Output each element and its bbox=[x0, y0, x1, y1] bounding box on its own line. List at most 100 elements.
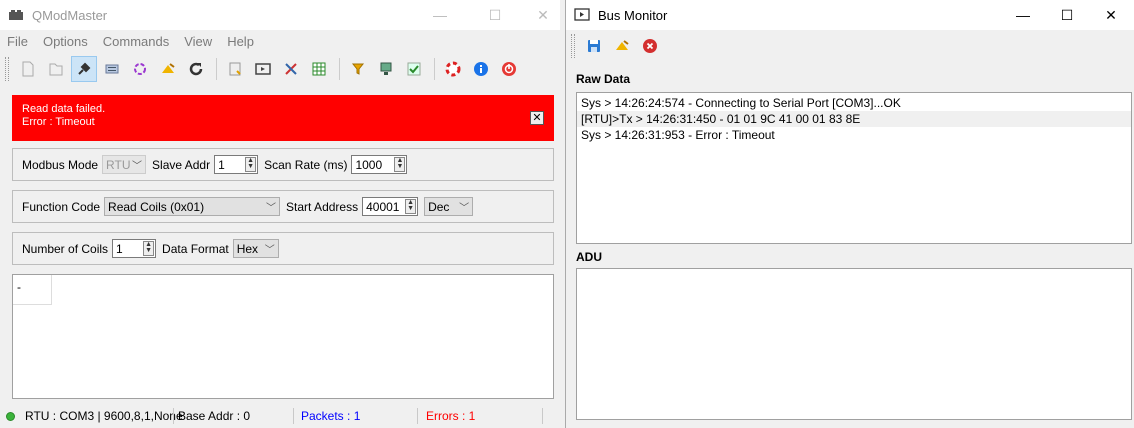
scan-rate-label: Scan Rate (ms) bbox=[264, 157, 348, 172]
help-icon[interactable] bbox=[440, 56, 466, 82]
error-message: Read data failed. bbox=[22, 103, 106, 115]
window-title: QModMaster bbox=[32, 7, 108, 23]
slave-addr-label: Slave Addr bbox=[152, 157, 211, 172]
main-toolbar bbox=[0, 52, 560, 86]
save-icon[interactable] bbox=[581, 33, 607, 59]
open-file-icon[interactable] bbox=[43, 56, 69, 82]
maximize-button[interactable]: ☐ bbox=[472, 0, 518, 30]
scan-rate-spinbox[interactable]: 1000 ▲ ▼ bbox=[351, 155, 408, 174]
number-of-coils-label: Number of Coils bbox=[22, 241, 109, 256]
data-format-select[interactable]: Hex ﹀ bbox=[232, 239, 279, 258]
packets-count: Packets : 1 bbox=[301, 409, 361, 423]
log-line: [RTU]>Tx > 14:26:31:450 - 01 01 9C 41 00… bbox=[577, 111, 1131, 127]
menu-options[interactable]: Options bbox=[43, 34, 88, 49]
clear-icon[interactable] bbox=[609, 33, 635, 59]
scan-rate-value: 1000 bbox=[355, 157, 383, 172]
minimize-button[interactable]: — bbox=[1000, 0, 1046, 30]
connect-icon[interactable] bbox=[71, 56, 97, 82]
toolbar-grip[interactable] bbox=[571, 34, 575, 58]
number-of-coils-spinbox[interactable]: 1 ▲ ▼ bbox=[112, 239, 157, 258]
chevron-down-icon: ﹀ bbox=[264, 245, 275, 256]
grid-icon[interactable] bbox=[306, 56, 332, 82]
exit-icon[interactable] bbox=[637, 33, 663, 59]
status-divider bbox=[293, 408, 294, 424]
bus-monitor-icon[interactable] bbox=[250, 56, 276, 82]
menu-help[interactable]: Help bbox=[227, 34, 254, 49]
app-icon bbox=[8, 8, 24, 22]
start-address-spinbox[interactable]: 40001 ▲ ▼ bbox=[362, 197, 419, 216]
tools-icon[interactable] bbox=[278, 56, 304, 82]
grid-cell[interactable]: - bbox=[13, 275, 52, 305]
menu-commands[interactable]: Commands bbox=[103, 34, 169, 49]
toolbar-separator bbox=[339, 58, 340, 80]
filter-icon[interactable] bbox=[345, 56, 371, 82]
data-grid[interactable]: - bbox=[12, 274, 554, 399]
slave-addr-spinbox[interactable]: 1 ▲ ▼ bbox=[214, 155, 259, 174]
log-line: Sys > 14:26:24:574 - Connecting to Seria… bbox=[581, 96, 901, 110]
modbus-mode-value: RTU bbox=[106, 157, 131, 172]
menu-file[interactable]: File bbox=[7, 34, 28, 49]
slave-addr-value: 1 bbox=[218, 157, 225, 172]
toolbar-grip[interactable] bbox=[5, 57, 9, 81]
function-code-select[interactable]: Read Coils (0x01) ﹀ bbox=[104, 197, 281, 216]
qmodmaster-titlebar[interactable]: QModMaster — ☐ ✕ bbox=[0, 0, 560, 30]
maximize-button[interactable]: ☐ bbox=[1044, 0, 1090, 30]
network-icon[interactable] bbox=[373, 56, 399, 82]
check-icon[interactable] bbox=[401, 56, 427, 82]
address-format-select[interactable]: Dec ﹀ bbox=[424, 197, 474, 216]
reset-icon[interactable] bbox=[127, 56, 153, 82]
status-bar: RTU : COM3 | 9600,8,1,None Base Addr : 0… bbox=[0, 404, 560, 428]
log-line: Sys > 14:26:31:953 - Error : Timeout bbox=[581, 128, 775, 142]
close-button[interactable]: ✕ bbox=[1088, 0, 1134, 30]
function-code-label: Function Code bbox=[22, 199, 101, 214]
error-detail: Error : Timeout bbox=[22, 116, 95, 128]
connection-info: RTU : COM3 | 9600,8,1,None bbox=[25, 409, 183, 423]
adu-textbox[interactable] bbox=[576, 268, 1132, 420]
raw-data-log[interactable]: Sys > 14:26:24:574 - Connecting to Seria… bbox=[576, 92, 1132, 244]
menu-view[interactable]: View bbox=[184, 34, 212, 49]
chevron-down-icon: ﹀ bbox=[132, 161, 143, 172]
data-format-value: Hex bbox=[236, 241, 259, 256]
new-file-icon[interactable] bbox=[15, 56, 41, 82]
toolbar-separator bbox=[216, 58, 217, 80]
exit-icon[interactable] bbox=[496, 56, 522, 82]
base-addr-info: Base Addr : 0 bbox=[178, 409, 251, 423]
close-icon[interactable]: ✕ bbox=[530, 111, 544, 125]
status-divider bbox=[173, 408, 174, 424]
bus-monitor-icon bbox=[574, 8, 590, 22]
coils-settings-group: Number of Coils 1 ▲ ▼ Data Format Hex ﹀ bbox=[12, 232, 554, 265]
chevron-down-icon: ﹀ bbox=[266, 203, 277, 214]
log-icon[interactable] bbox=[222, 56, 248, 82]
spin-arrows-icon[interactable]: ▲ ▼ bbox=[143, 241, 155, 256]
toolbar-separator bbox=[434, 58, 435, 80]
spin-arrows-icon[interactable]: ▲ ▼ bbox=[245, 157, 257, 172]
status-divider bbox=[417, 408, 418, 424]
spin-arrows-icon[interactable]: ▲ ▼ bbox=[405, 199, 417, 214]
number-of-coils-value: 1 bbox=[116, 241, 123, 256]
bus-monitor-titlebar[interactable]: Bus Monitor — ☐ ✕ bbox=[566, 0, 1134, 30]
raw-data-label: Raw Data bbox=[576, 72, 631, 86]
errors-count: Errors : 1 bbox=[426, 409, 476, 423]
error-banner: Read data failed. Error : Timeout ✕ bbox=[12, 95, 554, 141]
data-format-label: Data Format bbox=[162, 241, 229, 256]
clear-icon[interactable] bbox=[155, 56, 181, 82]
refresh-icon[interactable] bbox=[183, 56, 209, 82]
bus-monitor-toolbar bbox=[566, 31, 665, 61]
info-icon[interactable] bbox=[468, 56, 494, 82]
qmodmaster-window: QModMaster — ☐ ✕ File Options Commands V… bbox=[0, 0, 560, 428]
adu-label: ADU bbox=[576, 250, 602, 264]
chevron-down-icon: ﹀ bbox=[459, 203, 470, 214]
close-button[interactable]: ✕ bbox=[520, 0, 560, 30]
connection-status-icon bbox=[6, 411, 15, 421]
modbus-mode-label: Modbus Mode bbox=[22, 157, 99, 172]
bus-monitor-window: Bus Monitor — ☐ ✕ Raw Data Sys > 14:26:2… bbox=[565, 0, 1134, 428]
function-code-value: Read Coils (0x01) bbox=[108, 199, 205, 214]
minimize-button[interactable]: — bbox=[417, 0, 463, 30]
start-address-label: Start Address bbox=[286, 199, 359, 214]
start-address-value: 40001 bbox=[366, 199, 400, 214]
window-title: Bus Monitor bbox=[598, 7, 668, 23]
serial-port-icon[interactable] bbox=[99, 56, 125, 82]
spin-arrows-icon[interactable]: ▲ ▼ bbox=[394, 157, 406, 172]
address-format-value: Dec bbox=[428, 199, 450, 214]
modbus-mode-select[interactable]: RTU ﹀ bbox=[102, 155, 147, 174]
